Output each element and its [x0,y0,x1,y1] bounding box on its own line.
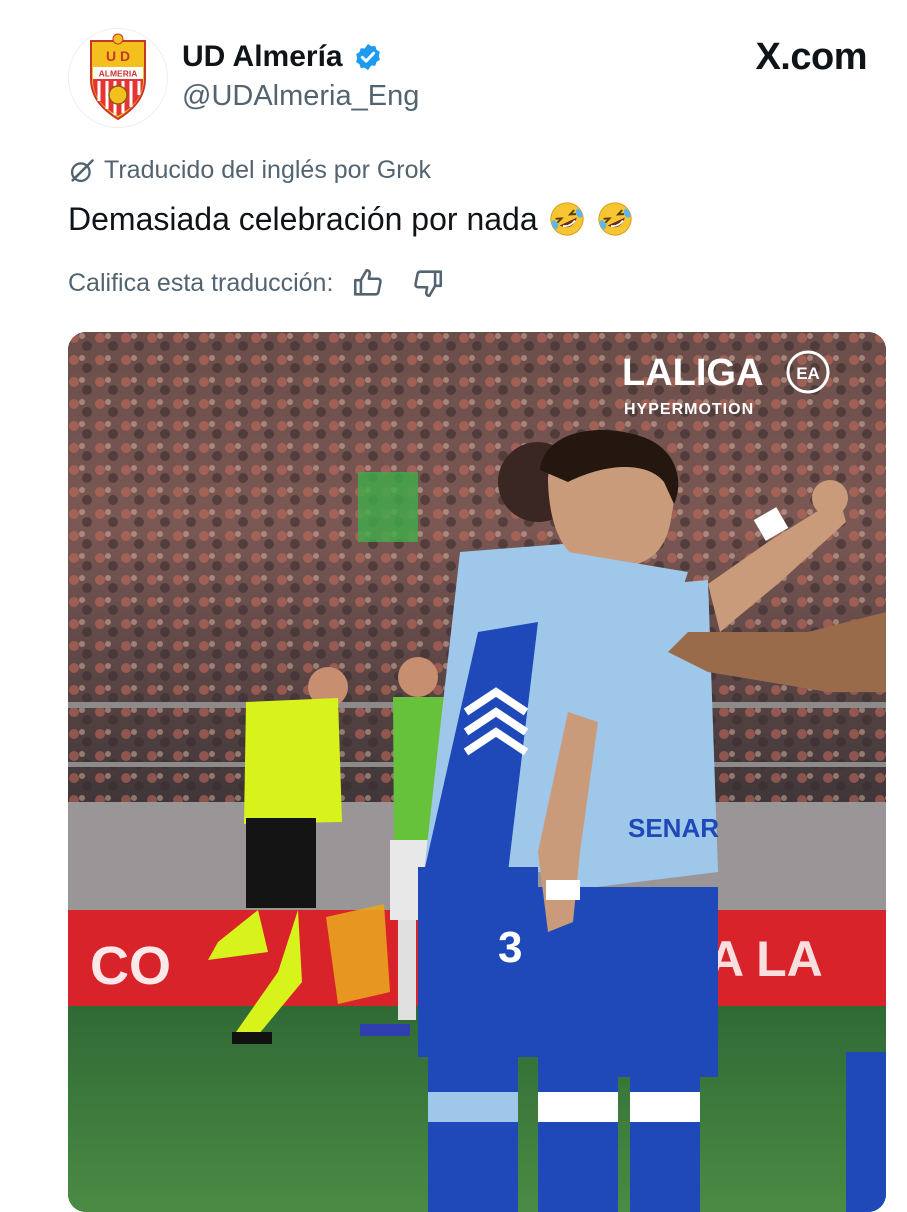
ea-badge-text: EA [796,364,820,383]
avatar[interactable]: U D ALMERIA [68,28,168,128]
grok-icon [70,158,94,182]
thumbs-up-icon[interactable] [351,266,385,300]
hypermotion-logo-text: HYPERMOTION [624,401,754,418]
crest-band-text: ALMERIA [99,69,138,79]
shirt-sponsor: SENAR [628,813,719,843]
rate-translation: Califica esta traducción: [68,266,445,300]
thumbs-down-icon[interactable] [411,266,445,300]
verified-badge-icon [355,43,380,71]
ad-board-text: CO [90,936,171,996]
x-com-brand: X.com [755,36,867,78]
tweet-text: Demasiada celebración por nada [68,200,634,238]
ad-board-text-right: A LA [708,931,823,987]
shirt-number: 3 [498,923,522,972]
crest-top-text: U D [106,48,130,64]
tweet-video[interactable]: CO A LA 3 SENAR LALIGA EA HYPERMOTION [68,332,886,1212]
display-name[interactable]: UD Almería [182,40,343,74]
rate-label: Califica esta traducción: [68,268,334,297]
translation-label: Traducido del inglés por Grok [104,156,432,184]
rolling-on-floor-laughing-icon [598,202,632,236]
video-frame: CO A LA 3 SENAR LALIGA EA HYPERMOTION [68,332,886,1212]
ud-almeria-crest-icon: U D ALMERIA [90,33,146,121]
laliga-logo-text: LALIGA [622,352,763,394]
tweet-body: Demasiada celebración por nada [68,200,538,237]
translation-note: Traducido del inglés por Grok [68,156,431,185]
account-handle[interactable]: @UDAlmeria_Eng [182,80,419,113]
account-name-row[interactable]: UD Almería [182,40,383,74]
rolling-on-floor-laughing-icon [550,202,584,236]
